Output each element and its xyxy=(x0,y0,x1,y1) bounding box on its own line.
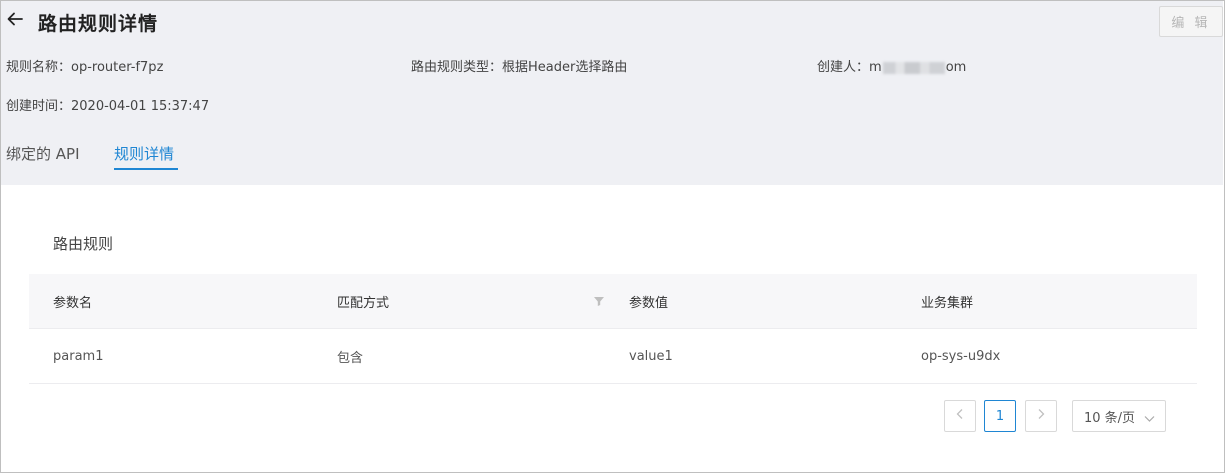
column-header-business-cluster: 业务集群 xyxy=(921,295,974,311)
active-tab-indicator xyxy=(114,168,178,170)
creator-field: 创建人：m om xyxy=(817,56,966,75)
table-row: param1 包含 value1 op-sys-u9dx xyxy=(29,329,1197,384)
section-title: 路由规则 xyxy=(53,235,114,253)
chevron-right-icon xyxy=(1036,408,1046,424)
cell-param-name: param1 xyxy=(53,348,104,364)
page-title: 路由规则详情 xyxy=(38,13,159,35)
created-time-value: 2020-04-01 15:37:47 xyxy=(71,99,210,114)
creator-prefix: m xyxy=(869,60,882,75)
creator-label: 创建人： xyxy=(817,60,870,75)
prev-page-button[interactable] xyxy=(944,400,976,432)
created-time-label: 创建时间： xyxy=(6,99,72,114)
tab-rule-details[interactable]: 规则详情 xyxy=(114,143,174,164)
detail-header: 路由规则详情 编 辑 规则名称：op-router-f7pz 路由规则类型：根据… xyxy=(1,1,1223,185)
column-header-param-name: 参数名 xyxy=(53,295,93,311)
edit-button[interactable]: 编 辑 xyxy=(1159,6,1223,37)
table-header: 参数名 匹配方式 参数值 业务集群 xyxy=(29,274,1197,329)
cell-business-cluster: op-sys-u9dx xyxy=(921,348,1001,364)
page-size-label: 10 条/页 xyxy=(1084,410,1136,426)
page-size-select[interactable]: 10 条/页 xyxy=(1072,400,1166,432)
next-page-button[interactable] xyxy=(1025,400,1057,432)
routing-rules-table: 参数名 匹配方式 参数值 业务集群 param1 包含 value1 op-sy… xyxy=(29,274,1197,384)
arrow-left-icon[interactable] xyxy=(6,10,24,28)
rule-name-field: 规则名称：op-router-f7pz xyxy=(6,56,163,75)
rule-type-field: 路由规则类型：根据Header选择路由 xyxy=(411,56,627,75)
page-1-button[interactable]: 1 xyxy=(984,400,1016,432)
column-header-match-mode: 匹配方式 xyxy=(337,295,390,311)
tab-bound-api[interactable]: 绑定的 API xyxy=(6,143,80,164)
rule-type-label: 路由规则类型： xyxy=(411,60,503,75)
rule-name-value: op-router-f7pz xyxy=(71,60,164,75)
creator-suffix: om xyxy=(945,60,967,75)
rule-type-value: 根据Header选择路由 xyxy=(502,60,628,75)
created-time-field: 创建时间：2020-04-01 15:37:47 xyxy=(6,95,209,114)
rule-name-label: 规则名称： xyxy=(6,60,72,75)
chevron-down-icon xyxy=(1144,412,1155,427)
cell-match-mode: 包含 xyxy=(337,350,364,366)
redacted-email xyxy=(882,61,945,74)
cell-param-value: value1 xyxy=(629,348,673,364)
filter-icon[interactable] xyxy=(592,294,606,308)
column-header-param-value: 参数值 xyxy=(629,295,669,311)
chevron-left-icon xyxy=(955,408,965,424)
